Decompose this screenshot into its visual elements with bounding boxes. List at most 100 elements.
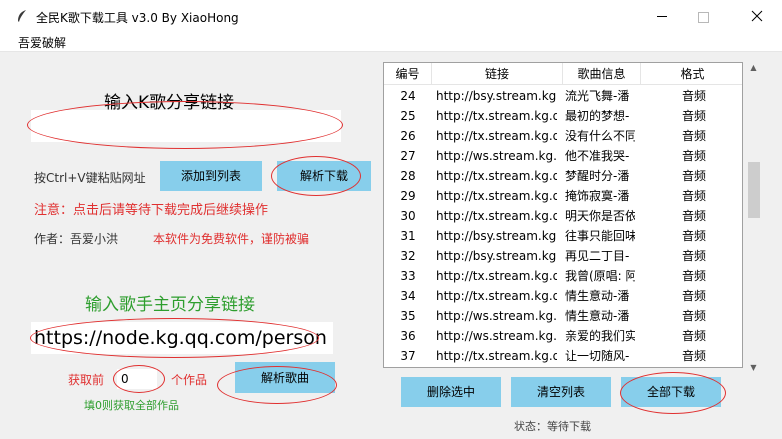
table-row[interactable]: 35 http://ws.stream.kg.qq.com 情生意动-潘 音频	[384, 306, 742, 326]
singer-link-input[interactable]	[31, 322, 333, 354]
row-format: 音频	[681, 209, 706, 223]
fetch-count-input[interactable]	[117, 369, 157, 389]
table-row[interactable]: 26 http://tx.stream.kg.qq.com 没有什么不同 音频	[384, 126, 742, 146]
minimize-button[interactable]	[640, 0, 686, 32]
row-link: http://bsy.stream.kg.qq.com	[436, 249, 557, 263]
title-bar: 全民K歌下载工具 v3.0 By XiaoHong	[0, 0, 782, 32]
table-row[interactable]: 29 http://tx.stream.kg.qq.com 掩饰寂寞-潘 音频	[384, 186, 742, 206]
row-link: http://ws.stream.kg.qq.com	[436, 149, 557, 163]
paste-hint: 按Ctrl+V键粘贴网址	[34, 171, 146, 185]
row-song-info: 没有什么不同	[565, 129, 635, 143]
row-format: 音频	[681, 269, 706, 283]
menu-item-52pojie[interactable]: 吾爱破解	[18, 34, 66, 51]
scroll-down-icon[interactable]: ▼	[745, 362, 762, 374]
row-song-info: 明天你是否依	[565, 209, 635, 223]
download-all-button[interactable]: 全部下载	[621, 377, 721, 407]
clear-list-button[interactable]: 清空列表	[511, 377, 611, 407]
scroll-thumb[interactable]	[748, 162, 760, 218]
row-song-info: 我曾(原唱: 阿	[565, 269, 635, 283]
share-link-input[interactable]	[31, 110, 341, 142]
scroll-up-icon[interactable]: ▲	[745, 62, 762, 74]
row-number: 24	[400, 89, 416, 103]
row-format: 音频	[681, 149, 706, 163]
fetch-suffix-label: 个作品	[171, 373, 208, 387]
row-link: http://tx.stream.kg.qq.com	[436, 169, 557, 183]
parse-songs-button[interactable]: 解析歌曲	[235, 362, 335, 393]
row-format: 音频	[681, 329, 706, 343]
column-header-number[interactable]: 编号	[384, 63, 432, 85]
singer-link-title: 输入歌手主页分享链接	[85, 295, 255, 315]
row-number: 33	[400, 269, 416, 283]
row-format: 音频	[681, 89, 706, 103]
row-format: 音频	[681, 229, 706, 243]
add-to-list-button[interactable]: 添加到列表	[160, 161, 262, 191]
free-notice-text: 本软件为免费软件，谨防被骗	[153, 232, 310, 246]
row-format: 音频	[681, 349, 706, 363]
row-song-info: 再见二丁目-	[565, 249, 630, 263]
row-link: http://tx.stream.kg.qq.com	[436, 129, 557, 143]
table-row[interactable]: 25 http://tx.stream.kg.qq.com 最初的梦想- 音频	[384, 106, 742, 126]
row-number: 36	[400, 329, 416, 343]
table-row[interactable]: 36 http://ws.stream.kg.qq.com 亲爱的我们实 音频	[384, 326, 742, 346]
row-format: 音频	[681, 249, 706, 263]
row-link: http://tx.stream.kg.qq.com	[436, 109, 557, 123]
row-song-info: 亲爱的我们实	[565, 329, 635, 343]
row-song-info: 让一切随风-	[565, 349, 630, 363]
feather-icon	[18, 10, 26, 22]
author-text: 作者：吾爱小洪	[34, 232, 119, 246]
row-number: 34	[400, 289, 416, 303]
column-header-link[interactable]: 链接	[432, 63, 563, 85]
notice-text: 注意：点击后请等待下载完成后继续操作	[34, 203, 269, 218]
row-format: 音频	[681, 309, 706, 323]
row-song-info: 流光飞舞-潘	[565, 89, 630, 103]
list-scrollbar[interactable]: ▲ ▼	[745, 62, 762, 376]
row-song-info: 情生意动-潘	[565, 289, 630, 303]
row-link: http://bsy.stream.kg.qq.com	[436, 229, 557, 243]
row-number: 35	[400, 309, 416, 323]
fetch-prefix-label: 获取前	[68, 373, 105, 387]
table-row[interactable]: 34 http://tx.stream.kg.qq.com 情生意动-潘 音频	[384, 286, 742, 306]
row-song-info: 他不准我哭-	[565, 149, 630, 163]
row-song-info: 梦醒时分-潘	[565, 169, 630, 183]
row-number: 27	[400, 149, 416, 163]
row-number: 29	[400, 189, 416, 203]
row-song-info: 掩饰寂寞-潘	[565, 189, 630, 203]
table-row[interactable]: 30 http://tx.stream.kg.qq.com 明天你是否依 音频	[384, 206, 742, 226]
table-row[interactable]: 33 http://tx.stream.kg.qq.com 我曾(原唱: 阿 音频	[384, 266, 742, 286]
list-rows: 24http://bsy.stream.kg.qq.com流光飞舞-潘音频25h…	[384, 86, 742, 366]
delete-selected-button[interactable]: 删除选中	[401, 377, 501, 407]
row-number: 30	[400, 209, 416, 223]
row-format: 音频	[681, 289, 706, 303]
row-number: 26	[400, 129, 416, 143]
row-number: 31	[400, 229, 416, 243]
table-row[interactable]: 37 http://tx.stream.kg.qq.com 让一切随风- 音频	[384, 346, 742, 366]
parse-download-button[interactable]: 解析下载	[277, 161, 371, 191]
window-title: 全民K歌下载工具 v3.0 By XiaoHong	[36, 11, 239, 25]
table-row[interactable]: 32 http://bsy.stream.kg.qq.com 再见二丁目- 音频	[384, 246, 742, 266]
row-link: http://tx.stream.kg.qq.com	[436, 349, 557, 363]
row-link: http://tx.stream.kg.qq.com	[436, 189, 557, 203]
row-format: 音频	[681, 129, 706, 143]
maximize-button[interactable]	[686, 0, 732, 32]
close-button[interactable]	[732, 0, 782, 32]
row-format: 音频	[681, 169, 706, 183]
table-row[interactable]: 27 http://ws.stream.kg.qq.com 他不准我哭- 音频	[384, 146, 742, 166]
table-row[interactable]: 31 http://bsy.stream.kg.qq.com 往事只能回味 音频	[384, 226, 742, 246]
row-link: http://tx.stream.kg.qq.com	[436, 209, 557, 223]
column-header-song-info[interactable]: 歌曲信息	[563, 63, 641, 85]
table-row[interactable]: 28 http://tx.stream.kg.qq.com 梦醒时分-潘 音频	[384, 166, 742, 186]
status-text: 状态：等待下载	[514, 420, 591, 433]
table-row[interactable]: 24 http://bsy.stream.kg.qq.com 流光飞舞-潘 音频	[384, 86, 742, 106]
column-header-format[interactable]: 格式	[641, 63, 742, 85]
list-header: 编号 链接 歌曲信息 格式	[384, 63, 742, 85]
song-list[interactable]: 编号 链接 歌曲信息 格式 24 http://bsy.stream.kg.qq.…	[383, 62, 743, 368]
menu-bar: 吾爱破解	[0, 32, 782, 52]
row-link: http://tx.stream.kg.qq.com	[436, 289, 557, 303]
row-song-info: 最初的梦想-	[565, 109, 630, 123]
row-song-info: 往事只能回味	[565, 229, 635, 243]
row-number: 32	[400, 249, 416, 263]
row-format: 音频	[681, 109, 706, 123]
close-icon	[751, 10, 763, 22]
row-link: http://ws.stream.kg.qq.com	[436, 309, 557, 323]
row-link: http://bsy.stream.kg.qq.com	[436, 89, 557, 103]
